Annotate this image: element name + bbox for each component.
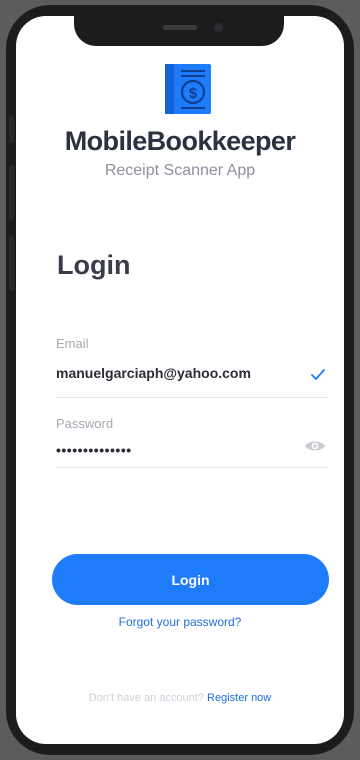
password-label: Password — [56, 416, 114, 431]
email-field[interactable]: manuelgarciaph@yahoo.com — [56, 365, 251, 381]
page-title: Login — [57, 250, 131, 280]
login-button[interactable]: Login — [52, 554, 329, 605]
speaker-grille — [163, 25, 197, 30]
password-underline — [56, 467, 328, 468]
volume-down-button — [9, 235, 14, 291]
mute-switch — [9, 115, 14, 143]
front-camera — [214, 23, 223, 32]
no-account-text: Don't have an account? — [88, 692, 204, 704]
volume-up-button — [9, 165, 14, 221]
svg-text:$: $ — [189, 85, 198, 102]
phone-screen: $ MobileBookkeeper Receipt Scanner App L… — [16, 16, 344, 744]
receipt-dollar-icon: $ — [165, 64, 211, 114]
stage: $ MobileBookkeeper Receipt Scanner App L… — [0, 0, 360, 760]
email-underline — [56, 397, 328, 398]
register-link[interactable]: Register now — [207, 692, 271, 704]
notch — [74, 16, 284, 46]
email-label: Email — [56, 336, 89, 351]
check-icon — [311, 369, 325, 380]
register-row: Don't have an account? Register now — [16, 692, 344, 704]
forgot-password-link[interactable]: Forgot your password? — [16, 615, 344, 629]
app-name: MobileBookkeeper — [64, 126, 296, 156]
app-tagline: Receipt Scanner App — [104, 162, 256, 179]
password-field[interactable]: •••••••••••••• — [56, 442, 132, 458]
eye-icon[interactable] — [304, 439, 326, 453]
